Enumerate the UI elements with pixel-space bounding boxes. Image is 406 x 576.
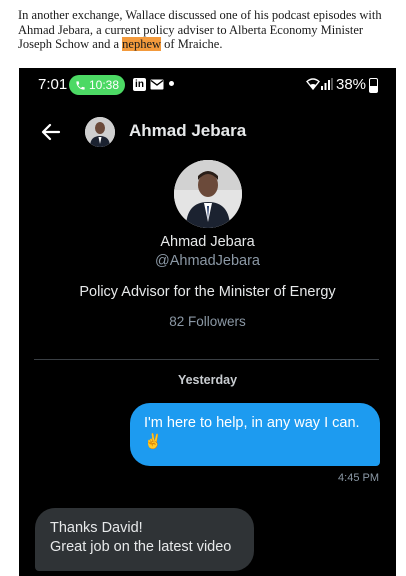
highlighted-word: nephew: [122, 37, 162, 51]
phone-icon: [76, 80, 85, 90]
message-line: Thanks David!: [50, 520, 143, 536]
conversation-header: Ahmad Jebara: [19, 108, 396, 156]
profile-name: Ahmad Jebara: [160, 234, 255, 250]
header-contact-name[interactable]: Ahmad Jebara: [129, 121, 246, 141]
article-text-after: of Mraiche.: [161, 37, 223, 51]
divider: [34, 359, 379, 360]
profile-bio: Policy Advisor for the Minister of Energ…: [79, 284, 336, 300]
battery-percentage: 38%: [336, 76, 367, 93]
signal-icon: [321, 78, 333, 90]
article-paragraph: In another exchange, Wallace discussed o…: [18, 8, 396, 52]
battery-icon: [369, 78, 378, 93]
header-avatar[interactable]: [85, 117, 115, 147]
mail-icon: [150, 79, 164, 90]
sent-message-bubble[interactable]: I'm here to help, in any way I can. ✌️: [130, 403, 380, 466]
linkedin-icon: in: [133, 78, 146, 91]
date-separator: Yesterday: [177, 373, 238, 387]
profile-handle: @AhmadJebara: [155, 253, 260, 269]
received-message-bubble[interactable]: Thanks David! Great job on the latest vi…: [35, 508, 254, 571]
phone-screenshot: 7:01 10:38 in 38% Ahmad Jebara Ahmad Jeb…: [19, 68, 396, 576]
message-line: Great job on the latest video: [50, 539, 232, 555]
victory-hand-emoji: ✌️: [144, 434, 163, 450]
profile-avatar[interactable]: [174, 160, 242, 228]
back-arrow-icon[interactable]: [39, 120, 63, 144]
call-duration: 10:38: [88, 78, 120, 92]
message-line: I'm here to help, in any way I can.: [144, 415, 360, 431]
person-avatar-icon: [174, 160, 242, 228]
status-bar: 7:01 10:38 in 38%: [19, 68, 396, 102]
notification-dot-icon: [169, 81, 174, 86]
person-avatar-icon: [85, 117, 115, 147]
status-time: 7:01: [38, 76, 68, 93]
message-timestamp: 4:45 PM: [338, 472, 379, 484]
wifi-icon: [306, 78, 320, 90]
ongoing-call-pill[interactable]: 10:38: [69, 75, 125, 95]
followers-count[interactable]: 82 Followers: [19, 314, 396, 329]
